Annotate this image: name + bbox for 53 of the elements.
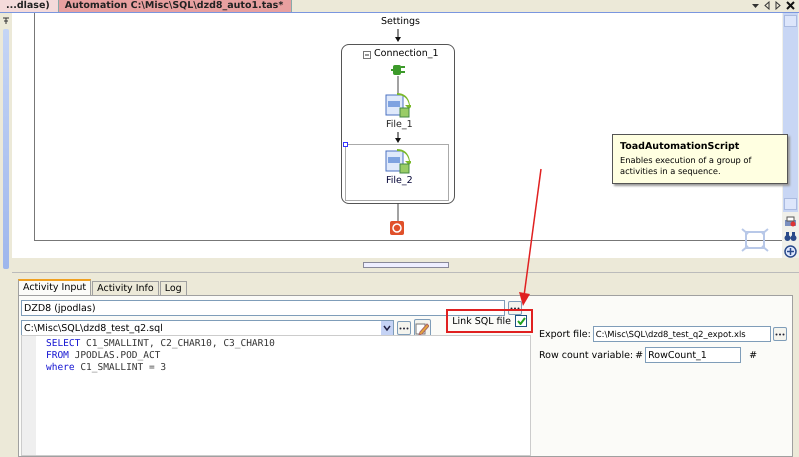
dropdown-icon[interactable] — [752, 1, 759, 10]
more-icon — [774, 332, 785, 336]
print-icon[interactable] — [784, 216, 797, 228]
checkmark-icon — [516, 317, 526, 325]
panel-tab[interactable]: Activity Input — [18, 279, 92, 295]
binoculars-icon[interactable] — [784, 231, 797, 242]
fit-to-window-icon[interactable] — [740, 227, 770, 253]
close-icon[interactable] — [786, 1, 795, 10]
checkbox-label: Link SQL file — [452, 316, 511, 326]
browse-button[interactable] — [772, 327, 787, 341]
more-icon — [510, 306, 520, 310]
hash-prefix: # — [635, 350, 644, 360]
sql-editor[interactable]: SELECT C1_SMALLINT, C2_CHAR10, C3_CHAR10 FROM JPODLAS.POD_ACT where C1_SMALLINT = 3 — [21, 335, 531, 456]
panel-tab[interactable]: Activity Info — [92, 281, 159, 295]
settings-label: Settings — [381, 16, 420, 27]
document-tab[interactable]: Automation C:\Misc\SQL\dzd8_auto1.tas* — [58, 0, 292, 12]
zoom-icon[interactable] — [784, 245, 797, 258]
vertical-scrollbar[interactable] — [783, 13, 798, 212]
more-icon — [398, 326, 409, 330]
container-label: Connection_1 — [374, 48, 439, 59]
code-line: where C1_SMALLINT = 3 — [46, 362, 168, 374]
export-file-label: Export file: — [539, 328, 591, 340]
panel-tab[interactable]: Log — [160, 281, 187, 295]
scroll-right-icon[interactable] — [775, 1, 781, 10]
dropdown-icon[interactable] — [381, 321, 394, 335]
sql-file-combobox[interactable]: C:\Misc\SQL\dzd8_test_q2.sql — [21, 320, 394, 336]
document-tab[interactable]: ...dlase) — [0, 0, 59, 12]
link-sql-file-checkbox[interactable] — [515, 315, 527, 327]
connection-field[interactable]: DZD8 (jpodlas) — [21, 300, 505, 316]
node-label: File_1 — [386, 119, 413, 130]
arrow-connector — [394, 132, 402, 144]
connector-line — [397, 203, 399, 221]
stop-icon — [390, 221, 404, 235]
row-count-label: Row count variable: — [539, 350, 634, 360]
tooltip-title: ToadAutomationScript — [620, 141, 740, 152]
row-count-field[interactable]: RowCount_1 — [645, 347, 742, 363]
hash-suffix: # — [749, 350, 758, 360]
code-line: SELECT C1_SMALLINT, C2_CHAR10, C3_CHAR10 — [46, 338, 275, 350]
collapse-icon[interactable] — [363, 51, 371, 59]
scroll-left-icon[interactable] — [764, 1, 770, 10]
arrow-connector — [394, 29, 402, 43]
code-line: FROM JPODLAS.POD_ACT — [46, 350, 162, 362]
sql-file-icon — [385, 92, 411, 118]
tooltip-text: Enables execution of a group of activities in a sequence. — [620, 155, 752, 177]
plug-icon — [391, 64, 405, 76]
browse-button[interactable] — [397, 321, 411, 335]
export-file-field[interactable]: C:\Misc\SQL\dzd8_test_q2_expot.xls — [592, 326, 771, 342]
selection-handle[interactable] — [343, 142, 348, 147]
splitter-grip[interactable] — [362, 262, 448, 268]
sql-file-icon — [385, 148, 411, 174]
connector-line — [397, 76, 399, 94]
node-label: File_2 — [386, 175, 413, 186]
pin-icon[interactable] — [2, 17, 10, 25]
